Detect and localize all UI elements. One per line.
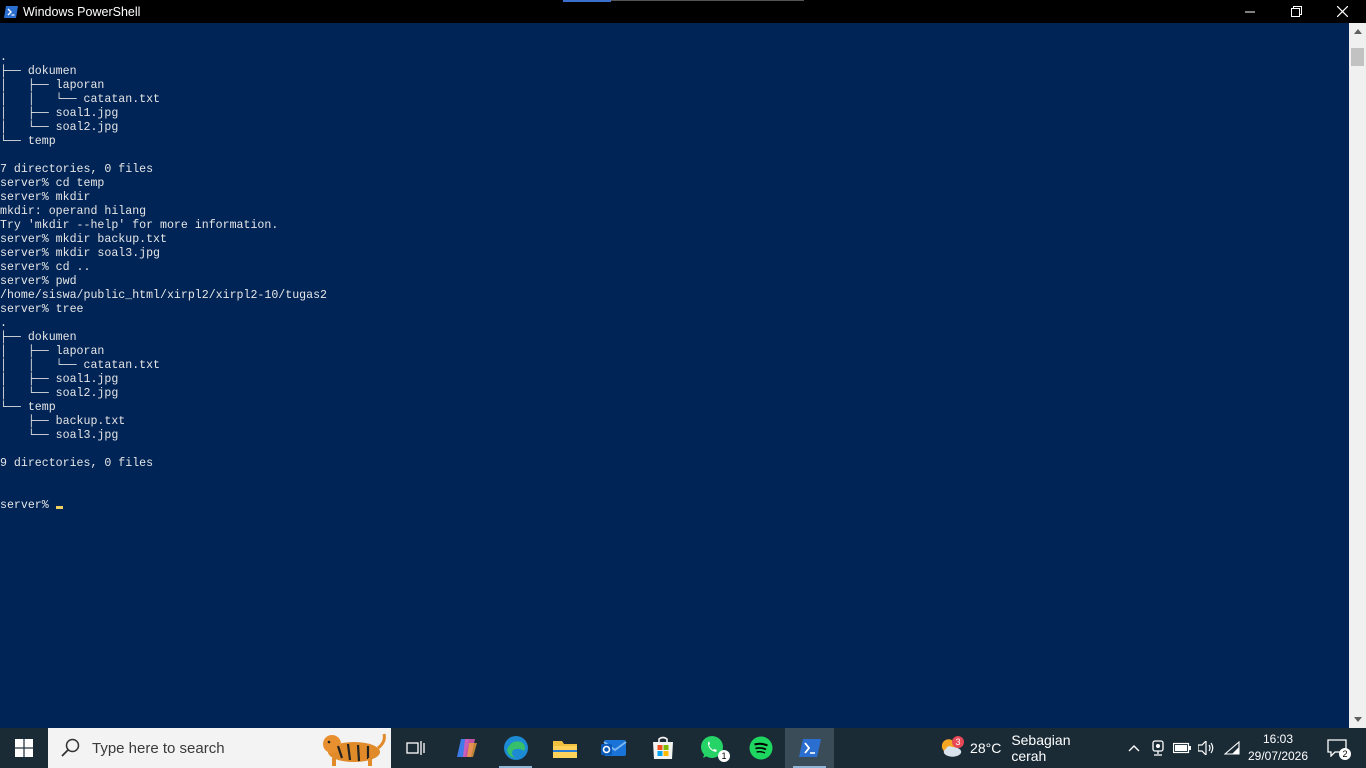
console-line: │ ├── laporan bbox=[0, 79, 105, 92]
webcam-icon bbox=[1152, 740, 1164, 756]
title-bar: Windows PowerShell bbox=[0, 0, 1366, 23]
console-line: server% mkdir backup.txt bbox=[0, 233, 167, 246]
console-line: mkdir: operand hilang bbox=[0, 205, 147, 218]
weather-temperature: 28°C bbox=[970, 740, 1002, 756]
console-line: │ └── soal2.jpg bbox=[0, 387, 119, 400]
taskbar: Type here to search 1 3 28°C Sebagian ce… bbox=[0, 728, 1366, 768]
task-view-icon bbox=[405, 741, 425, 755]
search-placeholder: Type here to search bbox=[92, 739, 225, 757]
console-line: └── temp bbox=[0, 401, 56, 414]
search-icon bbox=[61, 738, 80, 757]
taskbar-clock[interactable]: 16:03 29/07/2026 bbox=[1242, 728, 1314, 768]
console-line: 9 directories, 0 files bbox=[0, 457, 154, 470]
battery-charging-icon bbox=[1173, 742, 1191, 754]
taskbar-powershell[interactable] bbox=[785, 728, 834, 768]
notification-count-badge: 2 bbox=[1339, 748, 1351, 760]
console-lines: . ├── dokumen │ ├── laporan │ │ └── catatan… bbox=[0, 51, 1349, 471]
console-line: └── temp bbox=[0, 135, 56, 148]
taskbar-outlook[interactable] bbox=[589, 728, 638, 768]
scroll-up-button[interactable] bbox=[1349, 23, 1366, 40]
console-line: Try 'mkdir --help' for more information. bbox=[0, 219, 279, 232]
edge-browser-icon bbox=[503, 736, 528, 760]
windows-logo-icon bbox=[15, 739, 33, 757]
spotify-icon bbox=[749, 736, 772, 760]
tray-battery[interactable] bbox=[1171, 728, 1193, 768]
taskbar-whatsapp[interactable]: 1 bbox=[687, 728, 736, 768]
close-icon bbox=[1336, 6, 1348, 17]
task-view-button[interactable] bbox=[391, 728, 440, 768]
chevron-up-icon bbox=[1353, 29, 1362, 34]
weather-widget[interactable]: 3 28°C Sebagian cerah bbox=[936, 728, 1106, 768]
window-title: Windows PowerShell bbox=[23, 4, 141, 19]
powershell-icon bbox=[4, 5, 18, 18]
console-line: │ │ └── catatan.txt bbox=[0, 359, 161, 372]
wifi-icon bbox=[1224, 741, 1240, 755]
taskbar-copilot[interactable] bbox=[442, 728, 491, 768]
speaker-icon bbox=[1198, 741, 1214, 755]
console-line: . bbox=[0, 51, 7, 64]
console-line: 7 directories, 0 files bbox=[0, 163, 154, 176]
start-button[interactable] bbox=[0, 728, 48, 768]
clock-time: 16:03 bbox=[1262, 732, 1294, 746]
tray-network[interactable] bbox=[1221, 728, 1243, 768]
console-line: │ │ └── catatan.txt bbox=[0, 93, 161, 106]
show-hidden-icons-button[interactable] bbox=[1124, 728, 1144, 768]
console-line: . bbox=[0, 317, 7, 330]
taskbar-search-box[interactable]: Type here to search bbox=[48, 728, 391, 768]
taskbar-edge[interactable] bbox=[491, 728, 540, 768]
prompt-line[interactable]: server% bbox=[0, 499, 1349, 513]
prompt-text: server% bbox=[0, 499, 56, 512]
console-line: ├── dokumen bbox=[0, 331, 77, 344]
console-line: server% mkdir bbox=[0, 191, 91, 204]
console-line: server% mkdir soal3.jpg bbox=[0, 247, 161, 260]
microsoft-store-icon bbox=[652, 736, 673, 759]
vertical-scrollbar[interactable] bbox=[1349, 23, 1366, 728]
console-line: server% cd temp bbox=[0, 177, 105, 190]
chevron-down-icon bbox=[1353, 717, 1362, 722]
chevron-up-icon bbox=[1128, 745, 1140, 752]
powershell-icon bbox=[798, 739, 821, 757]
scrollbar-thumb[interactable] bbox=[1351, 48, 1364, 66]
copilot-icon bbox=[456, 739, 477, 757]
close-button[interactable] bbox=[1319, 0, 1365, 23]
scroll-down-button[interactable] bbox=[1349, 711, 1366, 728]
weather-description: Sebagian cerah bbox=[1011, 732, 1071, 764]
console-output[interactable]: . ├── dokumen │ ├── laporan │ │ └── catatan… bbox=[0, 23, 1349, 728]
console-line: └── soal3.jpg bbox=[0, 429, 119, 442]
minimize-button[interactable] bbox=[1227, 0, 1273, 23]
whatsapp-unread-badge: 1 bbox=[718, 750, 730, 762]
folder-icon bbox=[552, 741, 577, 758]
console-line: │ ├── soal1.jpg bbox=[0, 373, 119, 386]
outlook-mail-icon bbox=[600, 740, 627, 756]
clock-date: 29/07/2026 bbox=[1247, 749, 1309, 763]
console-line: │ └── soal2.jpg bbox=[0, 121, 119, 134]
restore-icon bbox=[1290, 6, 1302, 17]
text-cursor bbox=[55, 506, 63, 509]
console-line: │ ├── laporan bbox=[0, 345, 105, 358]
console-line: server% tree bbox=[0, 303, 84, 316]
tiger-search-highlight-icon bbox=[323, 733, 386, 766]
weather-alert-badge: 3 bbox=[952, 736, 964, 748]
console-line: ├── backup.txt bbox=[0, 415, 126, 428]
title-bar-accent bbox=[563, 0, 611, 2]
tray-meet-now[interactable] bbox=[1148, 728, 1168, 768]
taskbar-file-explorer[interactable] bbox=[540, 728, 589, 768]
console-line: server% pwd bbox=[0, 275, 77, 288]
tray-volume[interactable] bbox=[1196, 728, 1218, 768]
minimize-icon bbox=[1245, 11, 1255, 12]
console-line: │ ├── soal1.jpg bbox=[0, 107, 119, 120]
console-line: server% cd .. bbox=[0, 261, 91, 274]
notification-center-button[interactable]: 2 bbox=[1318, 728, 1356, 768]
taskbar-spotify[interactable] bbox=[736, 728, 785, 768]
restore-button[interactable] bbox=[1273, 0, 1319, 23]
console-line: /home/siswa/public_html/xirpl2/xirpl2-10… bbox=[0, 289, 327, 302]
taskbar-ms-store[interactable] bbox=[638, 728, 687, 768]
title-bar-accent-line bbox=[611, 0, 804, 1]
console-line: ├── dokumen bbox=[0, 65, 77, 78]
